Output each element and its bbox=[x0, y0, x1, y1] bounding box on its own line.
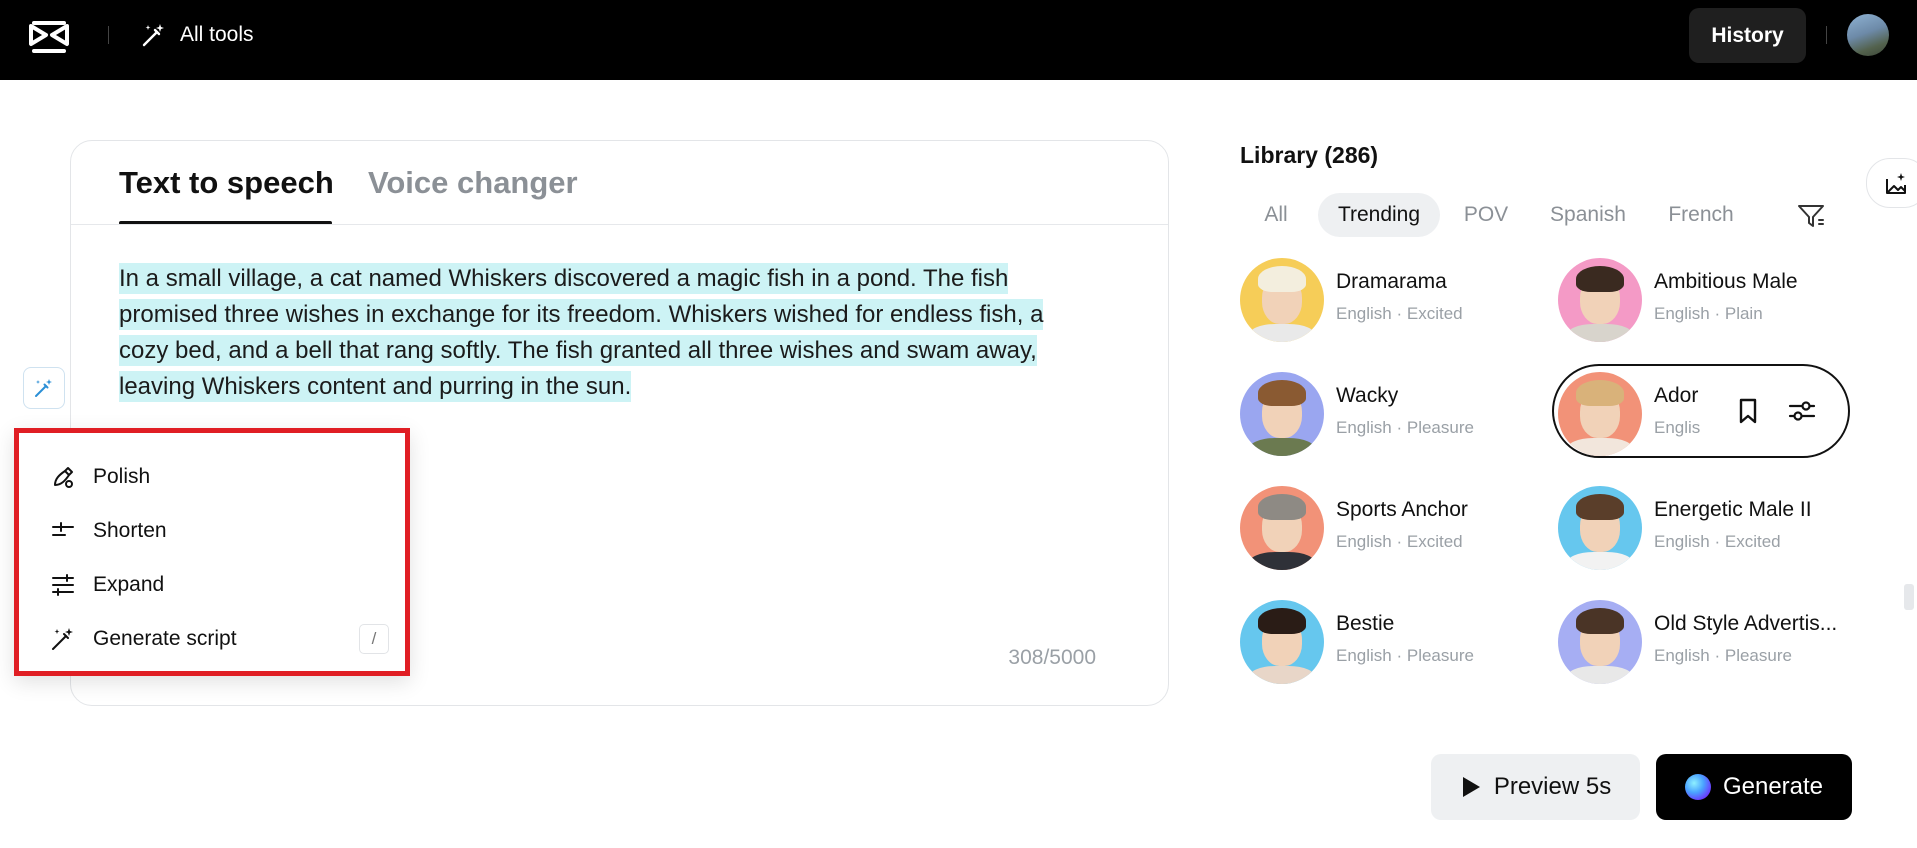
voice-item[interactable]: Wacky English · Pleasure bbox=[1240, 372, 1530, 462]
voice-meta: English · Pleasure bbox=[1336, 418, 1474, 437]
filter-chip-trending[interactable]: Trending bbox=[1318, 193, 1440, 237]
voice-item[interactable]: Sports Anchor English · Excited bbox=[1240, 486, 1530, 576]
adjust-settings-icon[interactable] bbox=[1787, 396, 1817, 426]
generate-button[interactable]: Generate bbox=[1656, 754, 1852, 820]
top-bar: All tools History bbox=[0, 0, 1917, 80]
voice-item[interactable]: Ambitious Male English · Plain bbox=[1558, 258, 1848, 348]
menu-item-shorten[interactable]: Shorten bbox=[49, 513, 389, 549]
menu-item-polish[interactable]: Polish bbox=[49, 459, 389, 495]
selected-text-line: In a small village, a cat named Whiskers… bbox=[119, 263, 1009, 294]
selected-text-line: leaving Whiskers content and purring in … bbox=[119, 371, 632, 402]
filter-icon[interactable] bbox=[1795, 200, 1827, 232]
divider bbox=[1826, 26, 1827, 44]
script-text-input[interactable]: In a small village, a cat named Whiskers… bbox=[119, 261, 1119, 405]
divider bbox=[71, 224, 1168, 225]
menu-item-generate-script[interactable]: Generate script / bbox=[49, 621, 389, 657]
voice-item[interactable]: Energetic Male II English · Excited bbox=[1558, 486, 1848, 576]
voice-avatar bbox=[1240, 486, 1324, 570]
filter-chip-french[interactable]: French bbox=[1658, 193, 1744, 237]
filter-chip-spanish[interactable]: Spanish bbox=[1540, 193, 1636, 237]
selected-text-line: cozy bed, and a bell that rang softly. T… bbox=[119, 335, 1037, 366]
shortcut-key: / bbox=[359, 624, 389, 654]
user-avatar[interactable] bbox=[1847, 14, 1889, 56]
preview-button[interactable]: Preview 5s bbox=[1431, 754, 1640, 820]
magic-wand-icon bbox=[142, 24, 164, 47]
divider bbox=[108, 26, 109, 44]
generate-label: Generate bbox=[1722, 773, 1824, 800]
voice-avatar bbox=[1240, 258, 1324, 342]
voice-name: Energetic Male II bbox=[1654, 498, 1812, 521]
voice-avatar bbox=[1240, 372, 1324, 456]
voice-meta: English · Excited bbox=[1336, 532, 1463, 551]
voice-name: Ambitious Male bbox=[1654, 270, 1798, 293]
voice-avatar bbox=[1558, 258, 1642, 342]
voice-item[interactable]: Bestie English · Pleasure bbox=[1240, 600, 1530, 690]
bookmark-icon[interactable] bbox=[1733, 396, 1763, 426]
capcut-logo[interactable] bbox=[28, 20, 70, 54]
play-icon bbox=[1462, 777, 1480, 797]
shorten-icon bbox=[52, 522, 74, 536]
voice-avatar bbox=[1558, 486, 1642, 570]
voice-meta: English · Plain bbox=[1654, 304, 1763, 323]
all-tools-button[interactable]: All tools bbox=[140, 20, 254, 50]
voice-name: Dramarama bbox=[1336, 270, 1447, 293]
menu-item-expand[interactable]: Expand bbox=[49, 567, 389, 603]
polish-icon bbox=[54, 467, 73, 488]
voice-item[interactable]: Old Style Advertis... English · Pleasure bbox=[1558, 600, 1848, 690]
ai-assist-side-button[interactable] bbox=[1866, 158, 1917, 208]
character-count: 308/5000 bbox=[1008, 646, 1096, 669]
expand-icon bbox=[52, 574, 74, 596]
menu-item-label: Polish bbox=[93, 465, 151, 488]
generate-orb-icon bbox=[1684, 774, 1711, 800]
tab-text-to-speech[interactable]: Text to speech bbox=[119, 165, 334, 201]
ai-writer-button[interactable] bbox=[23, 367, 65, 409]
voice-name: Wacky bbox=[1336, 384, 1399, 407]
selected-text-line: promised three wishes in exchange for it… bbox=[119, 299, 1044, 330]
voice-meta: English · Pleasure bbox=[1336, 646, 1474, 665]
voice-avatar bbox=[1558, 372, 1642, 456]
voice-item[interactable]: Dramarama English · Excited bbox=[1240, 258, 1530, 348]
library-title: Library (286) bbox=[1240, 142, 1379, 168]
voice-name: Ador bbox=[1654, 384, 1699, 407]
voice-avatar bbox=[1240, 600, 1324, 684]
magic-wand-icon bbox=[52, 628, 73, 650]
menu-item-label: Expand bbox=[93, 573, 165, 596]
scrollbar-thumb[interactable] bbox=[1904, 584, 1914, 610]
voice-meta: English · Excited bbox=[1654, 532, 1781, 551]
voice-name: Sports Anchor bbox=[1336, 498, 1468, 521]
voice-name: Old Style Advertis... bbox=[1654, 612, 1838, 635]
voice-name: Bestie bbox=[1336, 612, 1395, 635]
tab-voice-changer[interactable]: Voice changer bbox=[368, 165, 578, 201]
voice-meta: English · Pleasure bbox=[1654, 646, 1792, 665]
image-sparkle-icon bbox=[1886, 173, 1906, 194]
all-tools-label: All tools bbox=[180, 23, 254, 46]
voice-item-selected[interactable]: Ador Englis bbox=[1558, 372, 1718, 462]
filter-chip-all[interactable]: All bbox=[1246, 193, 1306, 237]
preview-label: Preview 5s bbox=[1493, 773, 1612, 800]
voice-meta: English · Excited bbox=[1336, 304, 1463, 323]
menu-item-label: Generate script bbox=[93, 627, 237, 650]
voice-meta: Englis bbox=[1654, 418, 1701, 437]
voice-avatar bbox=[1558, 600, 1642, 684]
ai-writing-menu: Polish Shorten Expand Generate script / bbox=[14, 428, 410, 676]
history-button[interactable]: History bbox=[1689, 8, 1806, 63]
magic-wand-icon bbox=[35, 379, 52, 397]
filter-chip-pov[interactable]: POV bbox=[1454, 193, 1518, 237]
menu-item-label: Shorten bbox=[93, 519, 167, 542]
